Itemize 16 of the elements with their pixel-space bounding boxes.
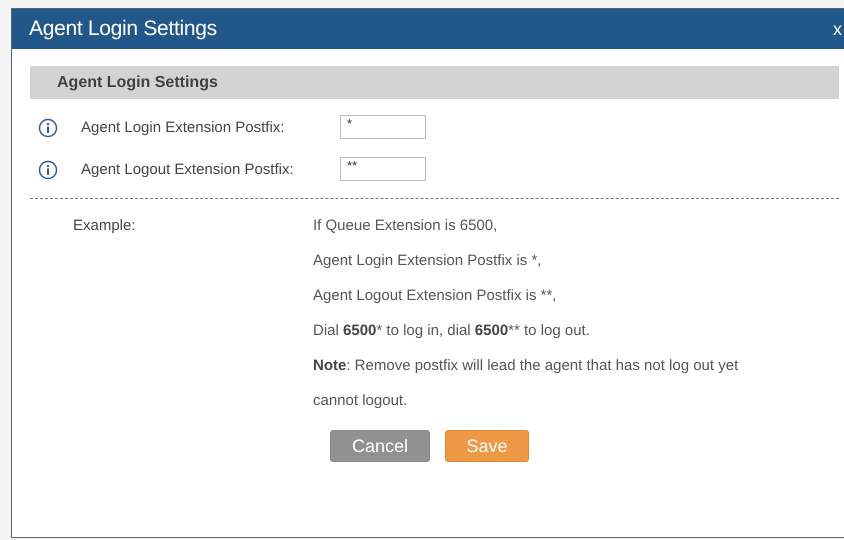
example-label: Example:	[73, 216, 137, 236]
input-field[interactable]: *	[340, 115, 426, 139]
example-text: If Queue Extension is 6500,	[313, 216, 498, 236]
input-field[interactable]: **	[340, 157, 426, 181]
dialog-title: Agent Login Settings	[29, 17, 217, 41]
example-text: cannot logout.	[313, 391, 408, 411]
info-icon	[38, 118, 58, 138]
example-text: Dial 6500* to log in, dial 6500** to log out.	[313, 321, 591, 341]
example-text: Note: Remove postfix will lead the agent that has not log out yet	[313, 356, 740, 376]
example-text: Agent Login Extension Postfix is *,	[313, 251, 542, 271]
example-text: Agent Logout Extension Postfix is **,	[313, 286, 558, 306]
field-label: Agent Login Extension Postfix:	[81, 118, 286, 138]
section-title: Agent Login Settings	[57, 74, 218, 92]
close-button[interactable]: x	[833, 18, 844, 40]
info-icon	[38, 160, 58, 180]
field-label: Agent Logout Extension Postfix:	[81, 160, 295, 180]
